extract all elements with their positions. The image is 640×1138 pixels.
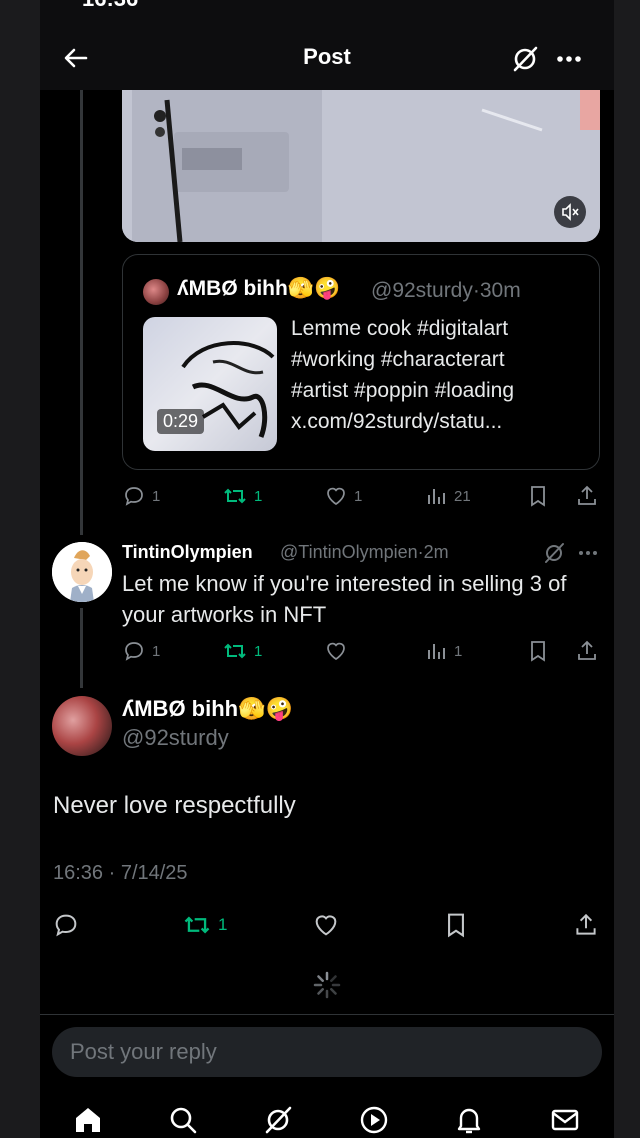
reply-author-handle: @TintinOlympien·2m	[280, 542, 449, 562]
bottom-nav	[40, 1092, 614, 1138]
post-action-bar: 1 1 1 21	[122, 481, 600, 511]
like-icon	[327, 487, 345, 506]
bookmark-button[interactable]	[442, 908, 470, 942]
bookmark-icon	[531, 486, 545, 507]
reply-text: Let me know if you're interested in sell…	[122, 571, 567, 627]
divider	[40, 1014, 614, 1015]
grok-icon[interactable]	[262, 1104, 294, 1136]
share-icon	[578, 485, 596, 505]
reply-author-avatar[interactable]	[52, 542, 112, 602]
reply-icon	[125, 642, 143, 661]
like-count: 1	[354, 487, 363, 505]
reply-icon	[125, 487, 143, 506]
repost-button[interactable]: 1	[222, 481, 262, 511]
repost-button[interactable]: 1	[182, 908, 227, 942]
tintin-avatar-drawing	[52, 542, 112, 602]
share-icon	[578, 640, 596, 660]
app-screen: 16:36 Post	[40, 0, 614, 1138]
repost-count: 1	[218, 915, 228, 934]
reply-button[interactable]	[52, 908, 80, 942]
quoted-text-line: #artist #poppin #loading	[291, 379, 515, 402]
like-button[interactable]	[312, 908, 340, 942]
repost-icon	[184, 916, 210, 934]
video-preview[interactable]	[122, 90, 600, 242]
views-count: 21	[454, 487, 471, 505]
views-button[interactable]: 1	[426, 636, 462, 666]
reply-action-bar: 1 1 1	[122, 636, 600, 666]
repost-count: 1	[254, 642, 263, 660]
video-icon[interactable]	[358, 1104, 390, 1136]
repost-icon	[224, 488, 246, 504]
views-count: 1	[454, 642, 463, 660]
grok-icon[interactable]	[542, 541, 566, 565]
reply-author-name[interactable]: TintinOlympien	[122, 542, 253, 563]
mute-button[interactable]	[554, 196, 586, 228]
thread-line	[80, 90, 83, 535]
quoted-author-handle: @92sturdy·30m	[371, 279, 521, 302]
quoted-text-line: #working #characterart	[291, 348, 505, 371]
bookmark-button[interactable]	[526, 636, 550, 666]
thread-line	[80, 608, 83, 688]
reply-button[interactable]: 1	[122, 636, 160, 666]
share-button[interactable]	[574, 636, 600, 666]
messages-icon[interactable]	[549, 1104, 581, 1136]
loading-spinner-icon	[313, 971, 341, 999]
search-icon[interactable]	[167, 1104, 199, 1136]
share-button[interactable]	[574, 481, 600, 511]
main-post-text: Never love respectfully	[53, 792, 296, 819]
repost-button[interactable]: 1	[222, 636, 262, 666]
views-icon	[428, 489, 445, 504]
quoted-video-thumbnail[interactable]: 0:29	[143, 317, 277, 451]
quoted-text-line: Lemme cook #digitalart	[291, 317, 509, 340]
main-author-name[interactable]: ʎMBØ bihh🫣🤪	[122, 696, 293, 722]
bookmark-button[interactable]	[526, 481, 550, 511]
like-button[interactable]	[324, 636, 348, 666]
main-author-avatar[interactable]	[52, 696, 112, 756]
reply-input[interactable]	[52, 1027, 602, 1077]
video-duration-badge: 0:29	[157, 409, 205, 434]
views-button[interactable]: 21	[426, 481, 471, 511]
mute-icon	[562, 203, 579, 221]
video-frame	[122, 90, 600, 242]
reply-count: 1	[152, 642, 161, 660]
quoted-author-name[interactable]: ʎMBØ bihh🫣🤪	[177, 277, 340, 301]
grok-icon[interactable]	[510, 44, 540, 74]
reply-count: 1	[152, 487, 161, 505]
more-icon[interactable]	[554, 44, 584, 74]
like-icon	[315, 915, 337, 936]
home-icon[interactable]	[72, 1104, 104, 1136]
more-icon[interactable]	[576, 541, 600, 565]
views-icon	[428, 644, 445, 659]
reply-icon	[55, 914, 77, 937]
reply-button[interactable]: 1	[122, 481, 160, 511]
bookmark-icon	[448, 913, 464, 938]
main-author-handle[interactable]: @92sturdy	[122, 725, 229, 751]
quoted-text-link[interactable]: x.com/92sturdy/statu...	[291, 406, 591, 437]
main-post-timestamp: 16:36 · 7/14/25	[53, 862, 188, 884]
repost-count: 1	[254, 487, 263, 505]
status-icons	[506, 0, 586, 4]
quoted-author-avatar[interactable]	[143, 279, 169, 305]
repost-icon	[224, 643, 246, 659]
share-button[interactable]	[572, 908, 600, 942]
notifications-icon[interactable]	[453, 1104, 485, 1136]
quoted-post-card[interactable]: ʎMBØ bihh🫣🤪 @92sturdy·30m 0:29 Lemme coo…	[122, 254, 600, 470]
bookmark-icon	[531, 641, 545, 662]
share-icon	[576, 913, 596, 935]
like-button[interactable]: 1	[324, 481, 362, 511]
like-icon	[327, 642, 345, 661]
main-action-bar: 1	[52, 908, 602, 942]
quoted-post-text: Lemme cook #digitalart #working #charact…	[291, 313, 591, 437]
top-bar: 16:36 Post	[40, 0, 614, 90]
status-time: 16:36	[82, 0, 138, 12]
